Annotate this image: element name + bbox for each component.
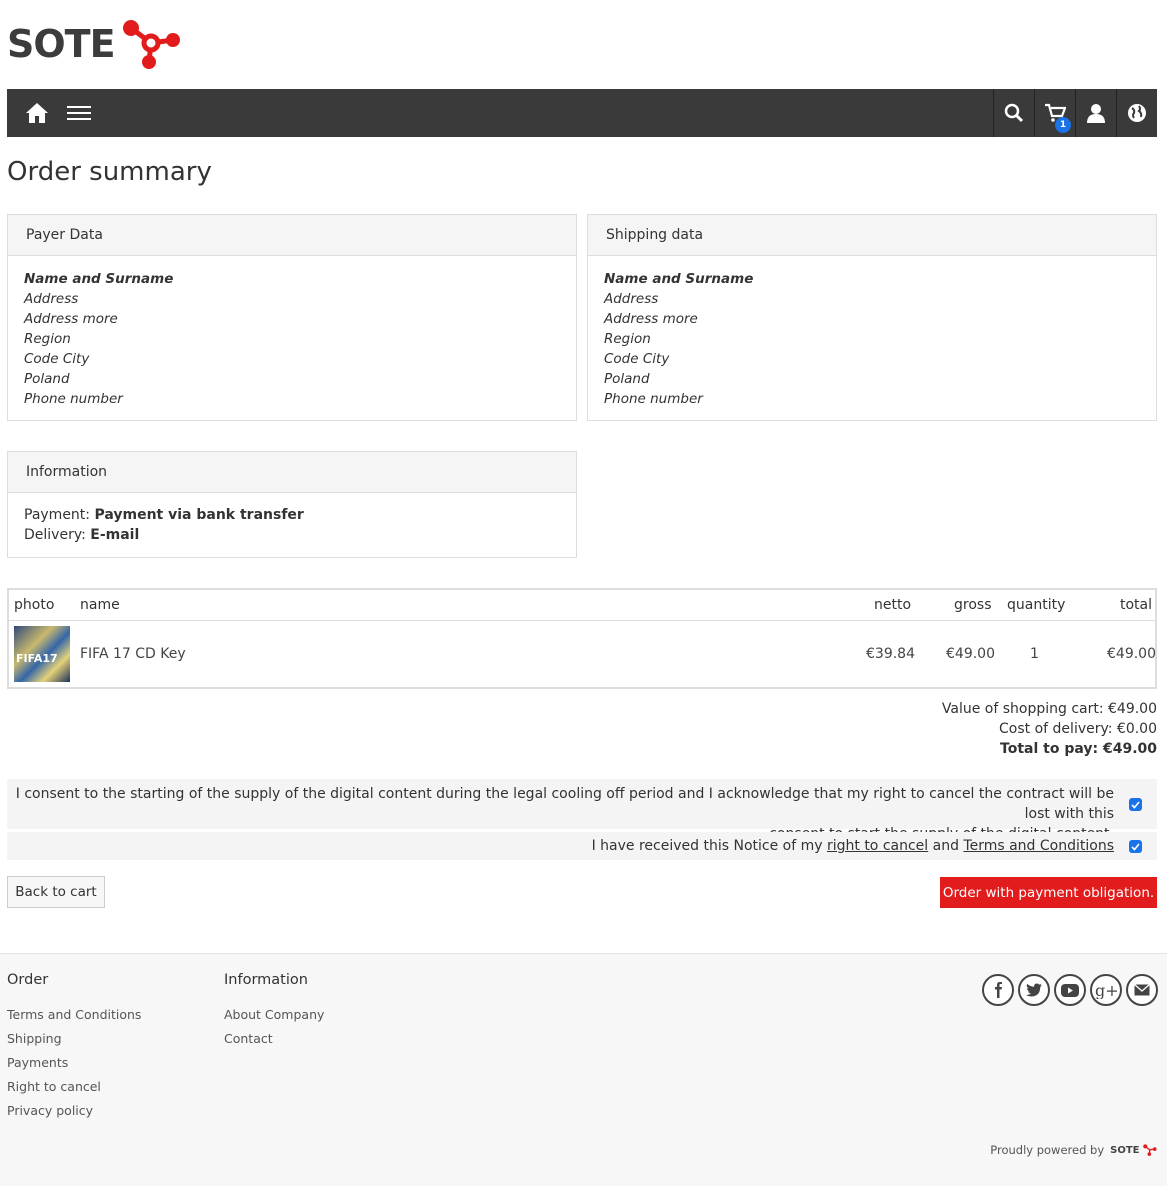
- home-icon[interactable]: [7, 89, 67, 137]
- consent-checkbox[interactable]: [1129, 798, 1142, 811]
- table-row: FIFA17 FIFA 17 CD Key €39.84 €49.00 1 €4…: [9, 621, 1156, 687]
- footer-order-column: Order Terms and Conditions Shipping Paym…: [7, 972, 141, 1123]
- cart-count-badge: 1: [1055, 117, 1071, 133]
- powered-logo-mark-icon: [1143, 1144, 1157, 1156]
- powered-by-logo-text: SOTE: [1110, 1145, 1140, 1156]
- logo-mark-icon: [122, 20, 180, 69]
- product-netto: €39.84: [866, 646, 915, 662]
- footer-information-column: Information About Company Contact: [224, 972, 324, 1051]
- powered-by: Proudly powered by SOTE: [990, 1143, 1157, 1157]
- shipping-country: Poland: [604, 371, 650, 387]
- payer-code-city: Code City: [24, 351, 90, 367]
- delivery-cost: Cost of delivery: €0.00: [999, 721, 1157, 737]
- main-navbar: 1: [7, 89, 1157, 137]
- col-gross-header: gross: [954, 597, 992, 613]
- shipping-address: Address: [604, 291, 659, 307]
- product-total: €49.00: [1107, 646, 1156, 662]
- cart-icon[interactable]: 1: [1034, 89, 1075, 137]
- delivery-value: E-mail: [90, 527, 140, 543]
- footer-link-right-to-cancel[interactable]: Right to cancel: [7, 1075, 141, 1099]
- payer-data-panel: Payer Data Name and Surname Address Addr…: [7, 214, 577, 421]
- footer: Order Terms and Conditions Shipping Paym…: [0, 953, 1167, 1186]
- notice-and-text: and: [932, 838, 959, 854]
- product-gross: €49.00: [946, 646, 995, 662]
- page-title: Order summary: [7, 157, 212, 187]
- google-plus-icon[interactable]: g+: [1090, 974, 1122, 1006]
- shipping-code-city: Code City: [604, 351, 670, 367]
- col-name-header: name: [80, 597, 120, 613]
- payer-region: Region: [24, 331, 71, 347]
- col-quantity-header: quantity: [1007, 597, 1066, 613]
- product-name: FIFA 17 CD Key: [80, 646, 186, 662]
- shipping-address-more: Address more: [604, 311, 698, 327]
- menu-icon[interactable]: [67, 89, 111, 137]
- cart-value: Value of shopping cart: €49.00: [941, 701, 1157, 717]
- shipping-region: Region: [604, 331, 651, 347]
- total-to-pay: Total to pay: €49.00: [1000, 741, 1157, 757]
- twitter-icon[interactable]: [1018, 974, 1050, 1006]
- footer-link-payments[interactable]: Payments: [7, 1051, 141, 1075]
- globe-icon[interactable]: [1116, 89, 1157, 137]
- digital-content-consent: I consent to the starting of the supply …: [7, 779, 1157, 842]
- payer-address-more: Address more: [24, 311, 118, 327]
- payer-name: Name and Surname: [24, 271, 174, 287]
- order-totals: Value of shopping cart: €49.00 Cost of d…: [942, 699, 1157, 759]
- payment-value: Payment via bank transfer: [94, 507, 304, 523]
- powered-by-text: Proudly powered by: [990, 1143, 1105, 1157]
- information-panel: Information Payment: Payment via bank tr…: [7, 451, 577, 558]
- logo-text: SOTE: [7, 22, 116, 66]
- terms-and-conditions-link[interactable]: Terms and Conditions: [963, 838, 1114, 854]
- order-items-table: photo name netto gross quantity total FI…: [7, 588, 1157, 689]
- footer-link-terms[interactable]: Terms and Conditions: [7, 1003, 141, 1027]
- product-thumbnail-text: FIFA17: [16, 652, 58, 665]
- shipping-name: Name and Surname: [604, 271, 754, 287]
- right-to-cancel-link[interactable]: right to cancel: [827, 838, 928, 854]
- payer-address: Address: [24, 291, 79, 307]
- notice-consent: I have received this Notice of my right …: [7, 832, 1157, 860]
- payer-country: Poland: [24, 371, 70, 387]
- footer-link-about[interactable]: About Company: [224, 1003, 324, 1027]
- col-netto-header: netto: [874, 597, 912, 613]
- product-quantity: 1: [1030, 646, 1039, 662]
- mail-icon[interactable]: [1126, 974, 1158, 1006]
- col-total-header: total: [1120, 597, 1153, 613]
- powered-by-logo[interactable]: SOTE: [1110, 1144, 1157, 1156]
- social-links: g+: [982, 974, 1158, 1006]
- footer-link-shipping[interactable]: Shipping: [7, 1027, 141, 1051]
- col-photo-header: photo: [14, 597, 55, 613]
- consent-text-line1: I consent to the starting of the supply …: [15, 786, 1114, 822]
- shipping-phone: Phone number: [604, 391, 703, 407]
- shipping-data-panel: Shipping data Name and Surname Address A…: [587, 214, 1157, 421]
- search-icon[interactable]: [993, 89, 1034, 137]
- user-icon[interactable]: [1075, 89, 1116, 137]
- site-logo[interactable]: SOTE: [7, 18, 183, 70]
- footer-information-heading: Information: [224, 972, 308, 988]
- information-heading: Information: [8, 452, 576, 493]
- payment-label: Payment:: [24, 507, 91, 523]
- table-header-row: photo name netto gross quantity total: [9, 590, 1155, 621]
- delivery-label: Delivery:: [24, 527, 86, 543]
- payer-phone: Phone number: [24, 391, 123, 407]
- product-thumbnail[interactable]: FIFA17: [14, 626, 70, 682]
- notice-text: I have received this Notice of my: [591, 838, 823, 854]
- back-to-cart-button[interactable]: Back to cart: [7, 876, 105, 908]
- youtube-icon[interactable]: [1054, 974, 1086, 1006]
- shipping-data-heading: Shipping data: [588, 215, 1156, 256]
- order-button[interactable]: Order with payment obligation.: [940, 877, 1157, 908]
- payer-data-heading: Payer Data: [8, 215, 576, 256]
- footer-link-privacy[interactable]: Privacy policy: [7, 1099, 141, 1123]
- svg-text:g+: g+: [1095, 981, 1117, 999]
- footer-link-contact[interactable]: Contact: [224, 1027, 324, 1051]
- footer-order-heading: Order: [7, 972, 49, 988]
- notice-checkbox[interactable]: [1129, 840, 1142, 853]
- facebook-icon[interactable]: [982, 974, 1014, 1006]
